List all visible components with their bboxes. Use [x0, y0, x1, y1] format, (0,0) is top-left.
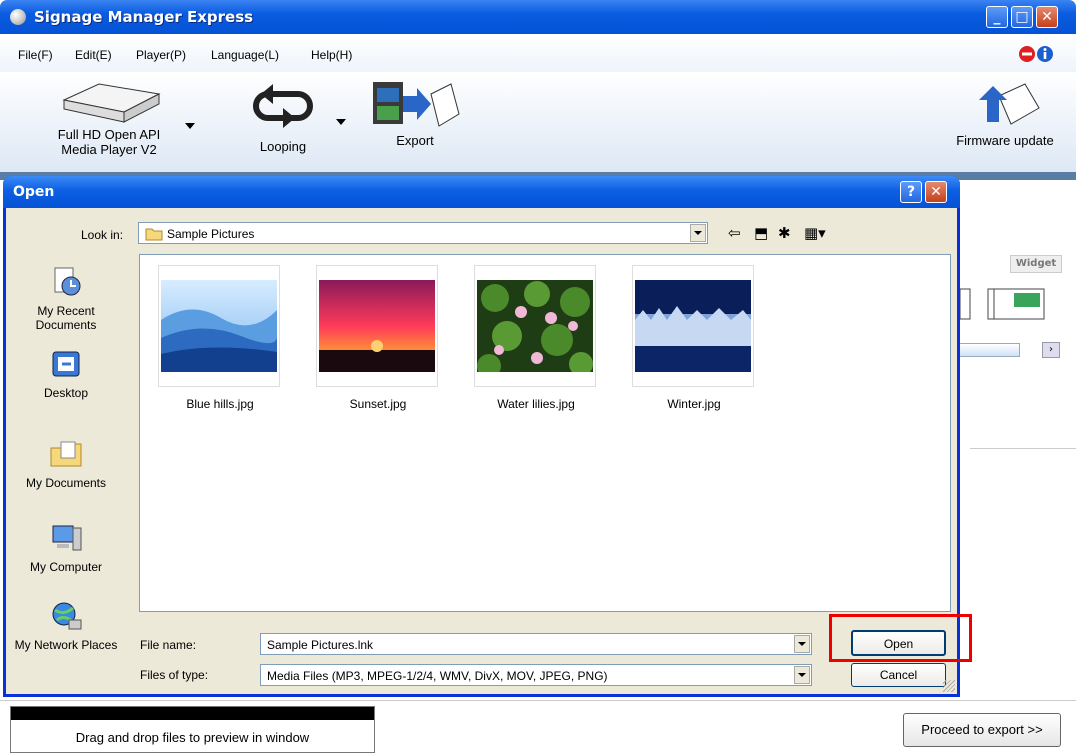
place-label: My Computer: [29, 560, 103, 574]
look-in-value: Sample Pictures: [167, 227, 255, 241]
firmware-label: Firmware update: [956, 133, 1054, 148]
place-network[interactable]: My Network Places: [6, 600, 126, 652]
network-places-icon: [52, 602, 82, 630]
drag-drop-hint: Drag and drop files to preview in window: [75, 730, 310, 745]
file-type-select[interactable]: Media Files (MP3, MPEG-1/2/4, WMV, DivX,…: [260, 664, 812, 686]
menu-bar: File(F) Edit(E) Player(P) Language(L) He…: [0, 34, 1076, 72]
app-title: Signage Manager Express: [34, 8, 254, 26]
maximize-button[interactable]: □: [1011, 6, 1033, 28]
main-window: Signage Manager Express _ □ ✕ File(F) Ed…: [0, 0, 1076, 753]
menu-file[interactable]: File(F): [18, 48, 53, 62]
export-icon: [373, 82, 460, 127]
menu-player[interactable]: Player(P): [136, 48, 186, 62]
looping-label: Looping: [259, 139, 307, 154]
menu-language[interactable]: Language(L): [211, 48, 279, 62]
looping-button[interactable]: Looping: [238, 82, 328, 154]
place-my-computer[interactable]: My Computer: [6, 522, 126, 574]
media-player-icon: [62, 83, 161, 123]
firmware-update-icon: [979, 83, 1040, 125]
winter-thumbnail: [635, 280, 751, 372]
look-in-dropdown-icon[interactable]: [690, 224, 706, 242]
dialog-titlebar: Open ? ✕: [3, 176, 960, 208]
widget-icons[interactable]: [958, 285, 1062, 325]
places-bar: My Recent Documents Desktop My Documents: [6, 248, 134, 694]
player-label-line1: Full HD Open API: [57, 127, 161, 142]
place-desktop[interactable]: Desktop: [6, 348, 126, 400]
info-icons[interactable]: [1017, 44, 1055, 64]
app-titlebar: Signage Manager Express _ □ ✕: [0, 0, 1076, 34]
dialog-close-button[interactable]: ✕: [925, 181, 947, 203]
sunset-thumbnail: [319, 280, 435, 372]
my-documents-icon: [50, 441, 82, 467]
menu-help[interactable]: Help(H): [311, 48, 352, 62]
player-dropdown-icon[interactable]: [185, 123, 195, 129]
open-dialog: Open ? ✕ Look in: Sample Pictures ⇦ ⬒ ✱ …: [3, 176, 960, 697]
folder-icon: [145, 228, 163, 241]
place-recent[interactable]: My Recent Documents: [6, 266, 126, 332]
file-type-value: Media Files (MP3, MPEG-1/2/4, WMV, DivX,…: [267, 669, 608, 683]
place-label: My Recent Documents: [35, 304, 97, 332]
menu-edit[interactable]: Edit(E): [75, 48, 112, 62]
resize-grip[interactable]: [943, 680, 955, 692]
place-label: My Documents: [25, 476, 107, 490]
file-type-dropdown-icon[interactable]: [794, 666, 810, 684]
view-menu-icon[interactable]: ▦▾: [804, 224, 826, 242]
close-button[interactable]: ✕: [1036, 6, 1058, 28]
file-item-blue-hills[interactable]: Blue hills.jpg: [158, 265, 282, 411]
app-icon: [10, 9, 26, 25]
looping-icon: [253, 84, 313, 128]
file-type-label: Files of type:: [140, 668, 209, 682]
file-name-value: Sample Pictures.lnk: [267, 638, 374, 652]
blue-hills-thumbnail: [161, 280, 277, 372]
export-button[interactable]: Export: [366, 78, 464, 148]
help-button[interactable]: ?: [900, 181, 922, 203]
file-name-dropdown-icon[interactable]: [794, 635, 810, 653]
place-label: My Network Places: [14, 638, 118, 652]
widget-tab[interactable]: Widget: [1010, 255, 1062, 273]
file-item-water-lilies[interactable]: Water lilies.jpg: [474, 265, 598, 411]
place-label: Desktop: [43, 386, 89, 400]
widget-scroll-track[interactable]: [958, 343, 1020, 357]
file-list[interactable]: Blue hills.jpg Sunset.jpg Water lilies.j…: [139, 254, 951, 612]
highlight-box: [829, 614, 972, 662]
export-label: Export: [396, 133, 434, 148]
looping-dropdown-icon[interactable]: [336, 119, 346, 125]
player-select-button[interactable]: Full HD Open API Media Player V2: [44, 78, 174, 157]
file-item-sunset[interactable]: Sunset.jpg: [316, 265, 440, 411]
file-name-label: Water lilies.jpg: [497, 397, 575, 411]
back-icon[interactable]: ⇦: [728, 224, 741, 242]
look-in-combo[interactable]: Sample Pictures: [138, 222, 708, 244]
my-computer-icon: [52, 525, 82, 551]
look-in-label: Look in:: [81, 228, 124, 242]
player-label-line2: Media Player V2: [61, 142, 157, 157]
water-lilies-thumbnail: [477, 280, 593, 372]
dialog-body: Look in: Sample Pictures ⇦ ⬒ ✱ ▦▾ My Rec…: [6, 208, 957, 694]
new-folder-icon[interactable]: ✱: [778, 224, 791, 242]
proceed-to-export-button[interactable]: Proceed to export >>: [903, 713, 1061, 747]
recent-documents-icon: [54, 267, 81, 296]
desktop-icon: [52, 351, 80, 377]
preview-drop-area[interactable]: Drag and drop files to preview in window: [10, 706, 375, 753]
file-name-label: File name:: [140, 638, 197, 652]
dialog-title: Open: [13, 184, 55, 200]
cancel-button[interactable]: Cancel: [851, 663, 946, 687]
file-name-label: Sunset.jpg: [349, 397, 407, 411]
up-folder-icon[interactable]: ⬒: [754, 224, 768, 242]
file-name-label: Blue hills.jpg: [186, 397, 254, 411]
minimize-button[interactable]: _: [986, 6, 1008, 28]
scroll-right-icon[interactable]: ›: [1042, 342, 1060, 358]
file-name-label: Winter.jpg: [667, 397, 721, 411]
firmware-update-button[interactable]: Firmware update: [945, 78, 1065, 148]
main-toolbar: Full HD Open API Media Player V2 Looping…: [0, 72, 1076, 172]
file-name-input[interactable]: Sample Pictures.lnk: [260, 633, 812, 655]
file-item-winter[interactable]: Winter.jpg: [632, 265, 756, 411]
place-my-documents[interactable]: My Documents: [6, 438, 126, 490]
